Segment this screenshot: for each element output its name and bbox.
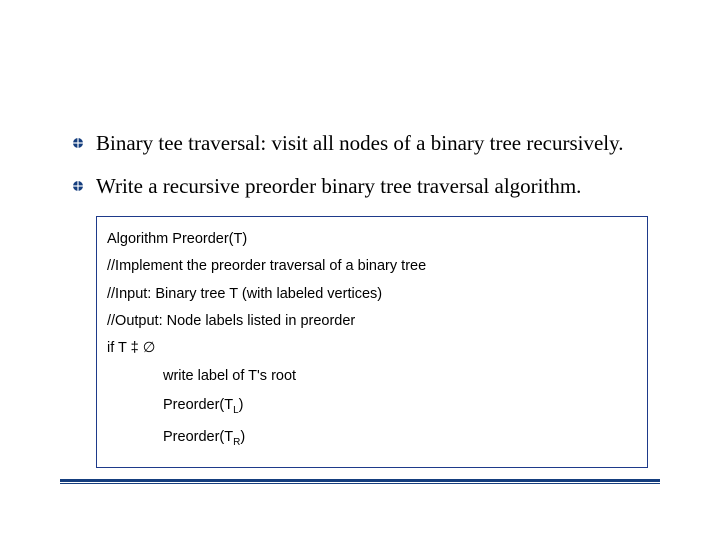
- algo-if-line: if T ‡ ∅: [107, 340, 637, 357]
- bullet-item: Write a recursive preorder binary tree t…: [72, 173, 660, 200]
- algo-text: Preorder(T: [163, 429, 233, 445]
- algo-step: write label of T's root: [163, 368, 637, 385]
- footer-divider: [60, 479, 660, 484]
- algo-text: Preorder(T: [163, 397, 233, 413]
- algo-comment: //Implement the preorder traversal of a …: [107, 258, 637, 275]
- empty-set-symbol: ∅: [139, 340, 156, 356]
- bullet-item: Binary tee traversal: visit all nodes of…: [72, 130, 660, 157]
- algo-step: Preorder(TL): [163, 397, 637, 417]
- bullet-icon: [72, 137, 84, 149]
- algo-comment: //Output: Node labels listed in preorder: [107, 313, 637, 330]
- algo-text: ): [239, 397, 244, 413]
- algo-step: Preorder(TR): [163, 429, 637, 449]
- algorithm-box: Algorithm Preorder(T) //Implement the pr…: [96, 216, 648, 468]
- neq-symbol: ‡: [131, 340, 139, 356]
- algo-header: Algorithm Preorder(T): [107, 231, 637, 248]
- algo-comment: //Input: Binary tree T (with labeled ver…: [107, 286, 637, 303]
- bullet-text: Write a recursive preorder binary tree t…: [96, 173, 581, 200]
- bullet-text: Binary tee traversal: visit all nodes of…: [96, 130, 624, 157]
- slide: Binary tee traversal: visit all nodes of…: [0, 0, 720, 540]
- algo-text: ): [240, 429, 245, 445]
- bullet-icon: [72, 180, 84, 192]
- algo-text: if T: [107, 340, 131, 356]
